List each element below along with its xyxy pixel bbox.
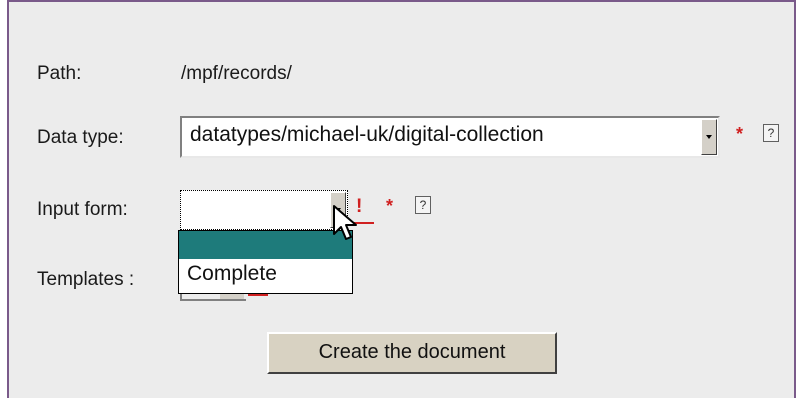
dropdown-option-complete[interactable]: Complete <box>179 259 352 293</box>
datatype-select[interactable]: datatypes/michael-uk/digital-collection <box>180 116 720 158</box>
datatype-selected-value: datatypes/michael-uk/digital-collection <box>190 123 544 146</box>
inputform-select[interactable] <box>180 190 348 230</box>
path-label: Path: <box>37 63 82 84</box>
path-value: /mpf/records/ <box>181 63 292 84</box>
mouse-pointer-icon <box>333 205 357 240</box>
inputform-required-marker: * <box>386 196 394 216</box>
datatype-required-marker: * <box>736 124 744 144</box>
datatype-help-icon[interactable]: ? <box>763 124 779 142</box>
inputform-label: Input form: <box>37 199 128 220</box>
create-document-button[interactable]: Create the document <box>267 332 557 374</box>
templates-label: Templates : <box>37 269 135 290</box>
inputform-help-icon[interactable]: ? <box>415 196 431 214</box>
datatype-label: Data type: <box>37 127 124 148</box>
datatype-dropdown-button[interactable] <box>701 119 717 155</box>
templates-warning-underline <box>248 294 268 296</box>
inputform-options-list: Complete <box>178 230 353 294</box>
dropdown-option-blank[interactable] <box>179 231 352 259</box>
